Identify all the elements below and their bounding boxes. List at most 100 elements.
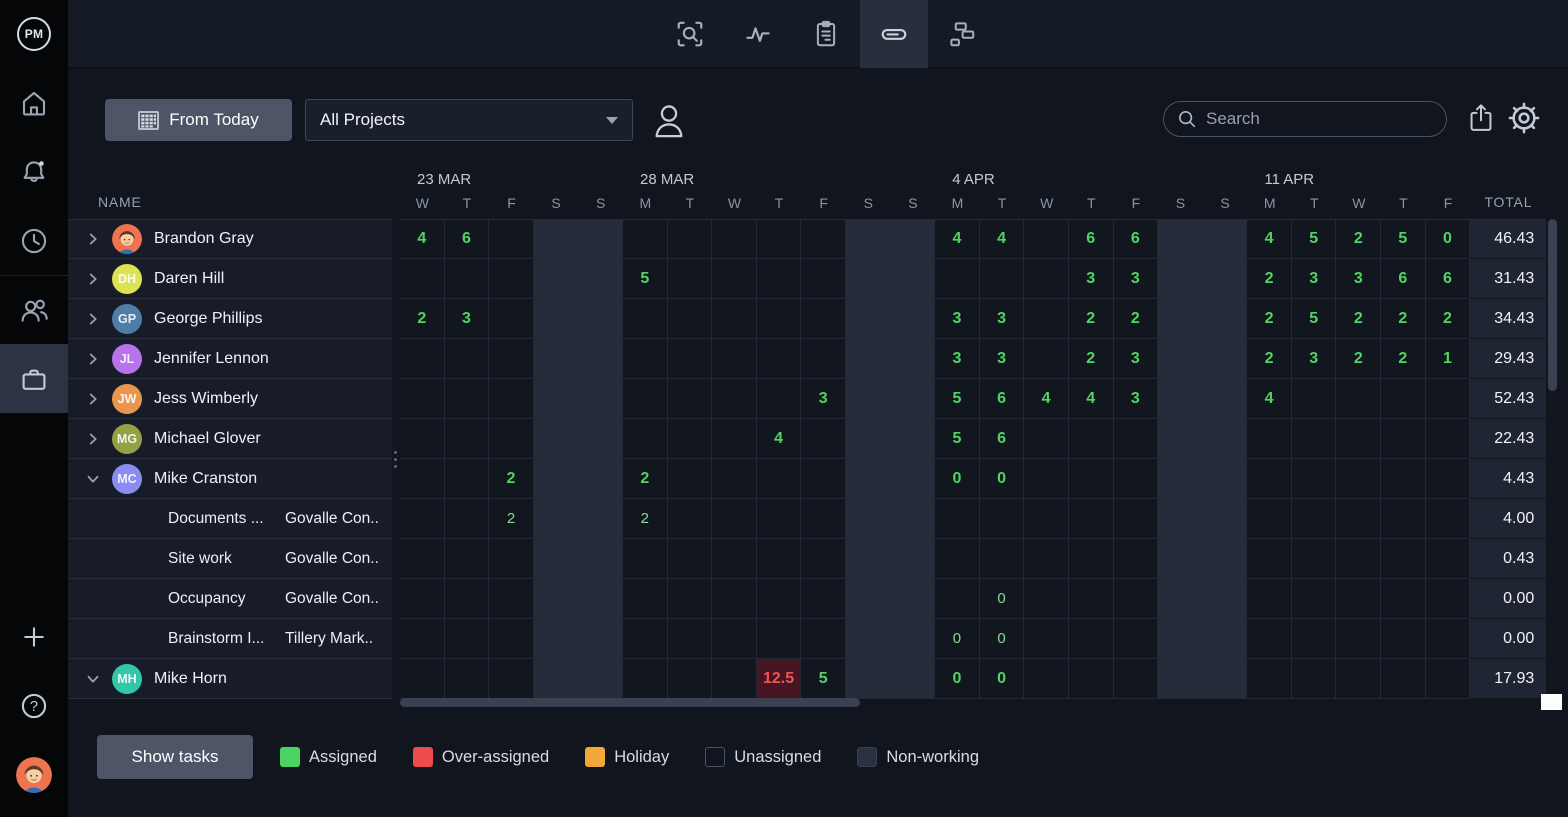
person-name-cell[interactable]: Brandon Gray xyxy=(68,219,392,259)
day-cell[interactable] xyxy=(668,259,713,299)
day-cell[interactable] xyxy=(1381,579,1426,619)
day-cell[interactable] xyxy=(801,339,846,379)
day-cell[interactable] xyxy=(489,259,534,299)
export-button[interactable] xyxy=(1467,102,1495,133)
day-cell[interactable] xyxy=(846,659,891,699)
day-cell[interactable] xyxy=(1158,499,1203,539)
day-cell[interactable] xyxy=(712,579,757,619)
day-cell[interactable] xyxy=(891,659,936,699)
day-cell[interactable] xyxy=(757,579,802,619)
day-cell[interactable] xyxy=(846,619,891,659)
day-cell[interactable]: 2 xyxy=(1247,339,1292,379)
day-cell[interactable] xyxy=(1292,379,1337,419)
day-cell[interactable]: 4 xyxy=(980,219,1025,259)
day-cell[interactable] xyxy=(623,539,668,579)
day-cell[interactable] xyxy=(489,659,534,699)
day-cell[interactable] xyxy=(1247,619,1292,659)
day-cell[interactable] xyxy=(489,419,534,459)
day-cell[interactable] xyxy=(1024,579,1069,619)
projects-filter-dropdown[interactable]: All Projects xyxy=(305,99,633,141)
day-cell[interactable] xyxy=(534,299,579,339)
day-cell[interactable] xyxy=(1203,419,1248,459)
day-cell[interactable] xyxy=(1158,579,1203,619)
day-cell[interactable] xyxy=(1381,379,1426,419)
day-cell[interactable] xyxy=(801,459,846,499)
day-cell[interactable] xyxy=(712,339,757,379)
day-cell[interactable] xyxy=(623,219,668,259)
day-cell[interactable] xyxy=(534,459,579,499)
day-cell[interactable] xyxy=(1203,499,1248,539)
day-cell[interactable] xyxy=(1069,579,1114,619)
day-cell[interactable]: 3 xyxy=(1069,259,1114,299)
day-cell[interactable] xyxy=(757,259,802,299)
day-cell[interactable] xyxy=(891,419,936,459)
day-cell[interactable] xyxy=(801,499,846,539)
day-cell[interactable] xyxy=(801,259,846,299)
day-cell[interactable] xyxy=(400,659,445,699)
day-cell[interactable] xyxy=(445,579,490,619)
day-cell[interactable] xyxy=(891,299,936,339)
day-cell[interactable] xyxy=(801,219,846,259)
sidebar-item-help[interactable]: ? xyxy=(0,671,68,740)
day-cell[interactable] xyxy=(891,379,936,419)
day-cell[interactable]: 2 xyxy=(1069,299,1114,339)
day-cell[interactable]: 1 xyxy=(1426,339,1471,379)
day-cell[interactable] xyxy=(1024,419,1069,459)
day-cell[interactable]: 0 xyxy=(1426,219,1471,259)
day-cell[interactable] xyxy=(1114,539,1159,579)
day-cell[interactable] xyxy=(891,499,936,539)
day-cell[interactable] xyxy=(445,499,490,539)
day-cell[interactable] xyxy=(1114,499,1159,539)
day-cell[interactable]: 3 xyxy=(980,299,1025,339)
day-cell[interactable] xyxy=(1203,299,1248,339)
day-cell[interactable] xyxy=(1381,659,1426,699)
day-cell[interactable] xyxy=(1336,659,1381,699)
day-cell[interactable] xyxy=(534,499,579,539)
day-cell[interactable] xyxy=(980,539,1025,579)
day-cell[interactable]: 0 xyxy=(935,619,980,659)
tab-workflow[interactable] xyxy=(928,0,996,68)
expand-icon[interactable] xyxy=(82,268,104,290)
day-cell[interactable] xyxy=(445,659,490,699)
day-cell[interactable]: 5 xyxy=(935,379,980,419)
day-cell[interactable] xyxy=(1203,459,1248,499)
day-cell[interactable] xyxy=(712,419,757,459)
day-cell[interactable] xyxy=(400,419,445,459)
sidebar-item-notifications[interactable] xyxy=(0,137,68,206)
day-cell[interactable] xyxy=(578,659,623,699)
day-cell[interactable]: 4 xyxy=(1069,379,1114,419)
day-cell[interactable]: 5 xyxy=(801,659,846,699)
day-cell[interactable] xyxy=(1158,379,1203,419)
day-cell[interactable] xyxy=(668,339,713,379)
day-cell[interactable] xyxy=(801,419,846,459)
day-cell[interactable]: 2 xyxy=(1336,219,1381,259)
day-cell[interactable] xyxy=(1381,459,1426,499)
day-cell[interactable] xyxy=(1069,619,1114,659)
day-cell[interactable] xyxy=(1203,619,1248,659)
day-cell[interactable] xyxy=(1426,499,1471,539)
day-cell[interactable]: 3 xyxy=(445,299,490,339)
day-cell[interactable]: 2 xyxy=(400,299,445,339)
day-cell[interactable] xyxy=(445,539,490,579)
day-cell[interactable]: 2 xyxy=(623,499,668,539)
day-cell[interactable] xyxy=(891,219,936,259)
day-cell[interactable] xyxy=(1069,459,1114,499)
day-cell[interactable]: 3 xyxy=(1292,259,1337,299)
day-cell[interactable]: 4 xyxy=(1247,219,1292,259)
day-cell[interactable] xyxy=(1114,459,1159,499)
day-cell[interactable] xyxy=(1426,619,1471,659)
day-cell[interactable] xyxy=(534,419,579,459)
day-cell[interactable] xyxy=(445,459,490,499)
day-cell[interactable]: 3 xyxy=(935,339,980,379)
day-cell[interactable] xyxy=(668,659,713,699)
day-cell[interactable] xyxy=(400,259,445,299)
day-cell[interactable] xyxy=(1247,579,1292,619)
day-cell[interactable]: 2 xyxy=(623,459,668,499)
day-cell[interactable] xyxy=(1336,539,1381,579)
day-cell[interactable]: 0 xyxy=(935,659,980,699)
day-cell[interactable]: 3 xyxy=(1114,259,1159,299)
day-cell[interactable] xyxy=(935,539,980,579)
day-cell[interactable] xyxy=(1336,379,1381,419)
expand-icon[interactable] xyxy=(82,308,104,330)
day-cell[interactable] xyxy=(623,619,668,659)
